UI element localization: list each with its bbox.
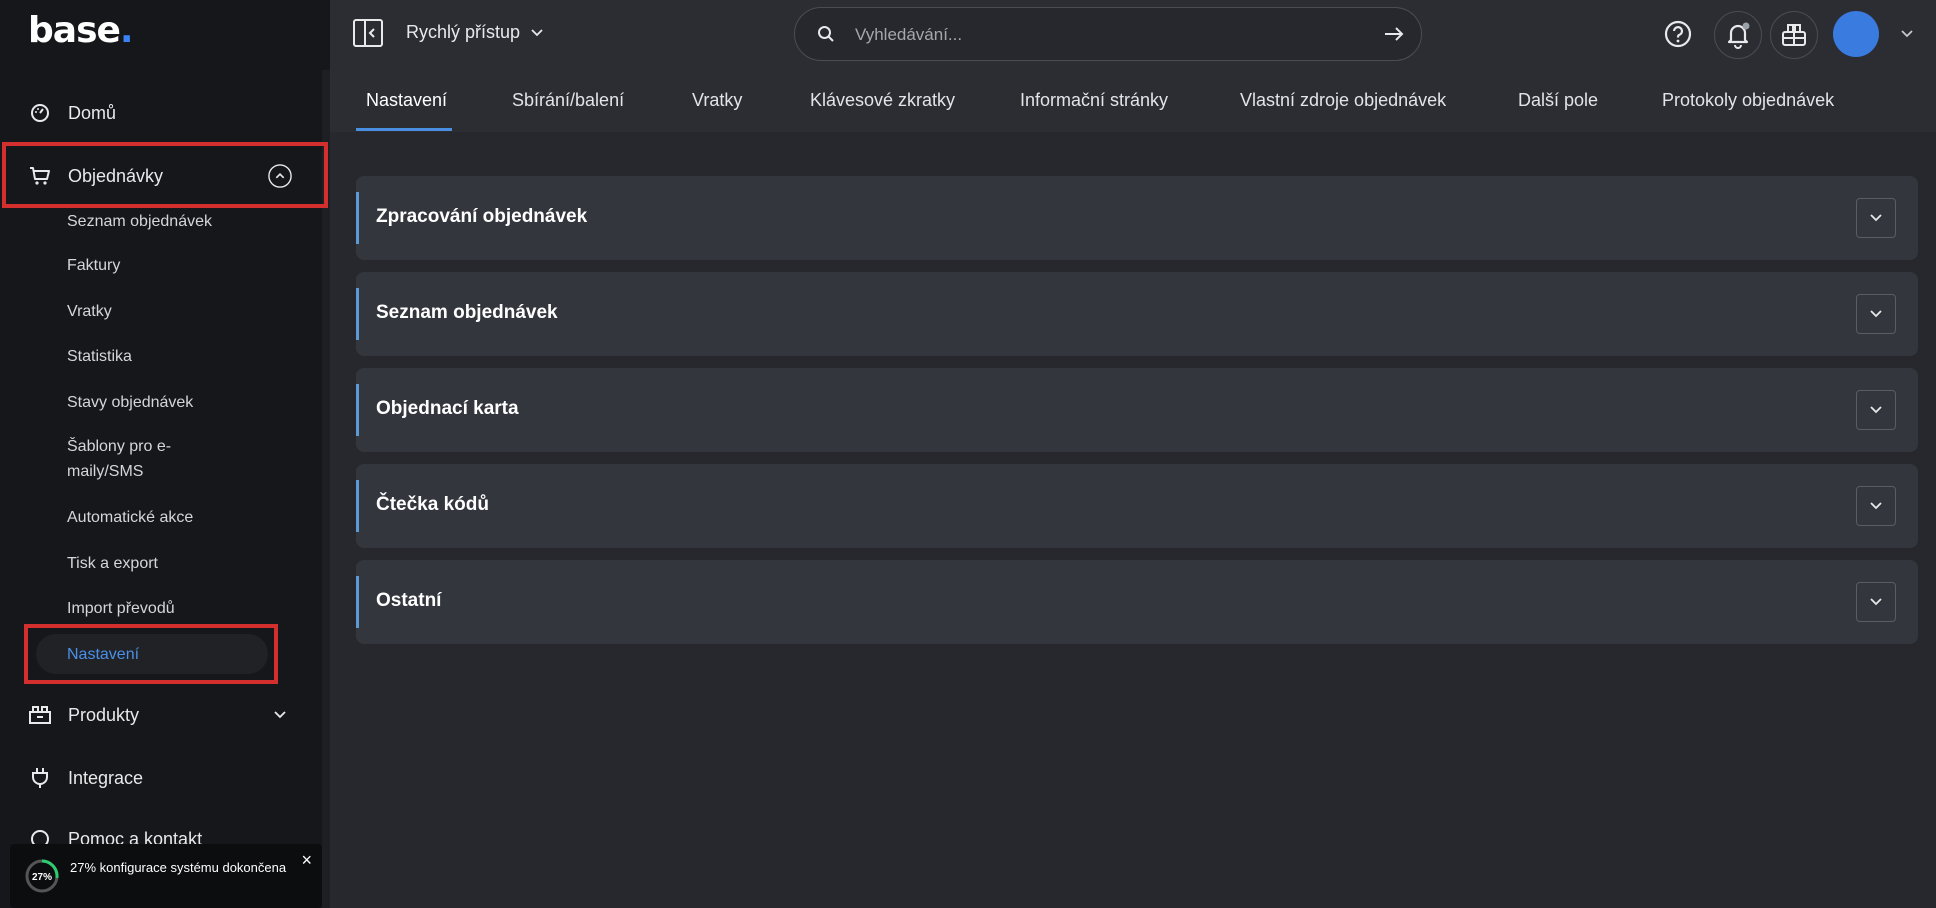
submenu-returns[interactable]: Vratky: [67, 300, 112, 324]
submenu-statistics[interactable]: Statistika: [67, 345, 132, 369]
submenu-email-sms-templates-line2[interactable]: maily/SMS: [67, 460, 143, 484]
panel-other[interactable]: Ostatní: [356, 560, 1918, 644]
chevron-down-icon: [1870, 502, 1882, 510]
search-icon: [817, 25, 835, 48]
tab-settings[interactable]: Nastavení: [366, 90, 447, 111]
active-tab-indicator: [356, 128, 452, 131]
chevron-down-icon: [1870, 214, 1882, 222]
notifications-button[interactable]: [1714, 11, 1762, 59]
setup-progress-toast[interactable]: 27% 27% konfigurace systému dokončena ×: [10, 844, 322, 908]
sidebar-item-label: Domů: [68, 102, 117, 123]
submenu-order-list[interactable]: Seznam objednávek: [67, 210, 212, 234]
search-input[interactable]: [855, 20, 1335, 50]
gauge-icon: [28, 101, 52, 125]
help-icon[interactable]: [1664, 20, 1692, 53]
chevron-down-icon: [1870, 406, 1882, 414]
tab-info-pages[interactable]: Informační stránky: [1020, 90, 1168, 111]
tab-returns[interactable]: Vratky: [692, 90, 742, 111]
boxes-icon: [28, 703, 52, 727]
panel-title: Zpracování objednávek: [376, 206, 588, 227]
plug-icon: [28, 766, 52, 790]
submenu-print-export[interactable]: Tisk a export: [67, 552, 158, 576]
panel-title: Čtečka kódů: [376, 494, 489, 515]
progress-ring-icon: 27%: [25, 859, 59, 893]
logo-dot: .: [119, 10, 134, 51]
chevron-down-icon[interactable]: [268, 703, 292, 727]
chevron-down-icon: [1870, 310, 1882, 318]
expand-button[interactable]: [1856, 486, 1896, 526]
chevron-down-icon: [530, 28, 544, 38]
quick-access-label: Rychlý přístup: [406, 22, 521, 42]
panel-accent: [356, 288, 359, 340]
panel-order-list[interactable]: Seznam objednávek: [356, 272, 1918, 356]
apps-icon: [1782, 24, 1806, 46]
submenu-settings[interactable]: Nastavení: [67, 643, 139, 667]
submenu-order-statuses[interactable]: Stavy objednávek: [67, 391, 193, 415]
toast-text: 27% konfigurace systému dokončena: [70, 860, 287, 875]
sidebar-item-label: Integrace: [68, 767, 144, 788]
sidebar-item-integrations[interactable]: Integrace: [0, 754, 322, 802]
expand-button[interactable]: [1856, 390, 1896, 430]
tab-custom-order-sources[interactable]: Vlastní zdroje objednávek: [1240, 90, 1446, 111]
submenu-import-transfers[interactable]: Import převodů: [67, 597, 175, 621]
topbar: Rychlý přístup: [330, 0, 1936, 70]
panel-order-card[interactable]: Objednací karta: [356, 368, 1918, 452]
expand-button[interactable]: [1856, 294, 1896, 334]
expand-button[interactable]: [1856, 582, 1896, 622]
expand-button[interactable]: [1856, 198, 1896, 238]
panel-title: Ostatní: [376, 590, 442, 611]
sidebar-item-orders[interactable]: Objednávky: [0, 152, 322, 200]
tab-order-logs[interactable]: Protokoly objednávek: [1662, 90, 1834, 111]
panel-accent: [356, 192, 359, 244]
close-icon[interactable]: ×: [301, 850, 312, 871]
chevron-up-icon[interactable]: [268, 164, 292, 188]
panel-order-processing[interactable]: Zpracování objednávek: [356, 176, 1918, 260]
submenu-email-sms-templates[interactable]: Šablony pro e-: [67, 435, 171, 459]
sidebar: base. Domů Objednávky Seznam objednávek …: [0, 0, 330, 908]
submenu-invoices[interactable]: Faktury: [67, 254, 120, 278]
tab-keyboard-shortcuts[interactable]: Klávesové zkratky: [810, 90, 955, 111]
sidebar-item-products[interactable]: Produkty: [0, 691, 322, 739]
tab-picking-packing[interactable]: Sbírání/balení: [512, 90, 624, 111]
panel-accent: [356, 480, 359, 532]
arrow-right-icon[interactable]: [1383, 24, 1405, 49]
chevron-down-icon: [1870, 598, 1882, 606]
apps-button[interactable]: [1770, 11, 1818, 59]
settings-tabs: Nastavení Sbírání/balení Vratky Klávesov…: [330, 70, 1936, 132]
avatar[interactable]: [1833, 11, 1879, 57]
panel-accent: [356, 576, 359, 628]
panel-title: Objednací karta: [376, 398, 519, 419]
logo[interactable]: base.: [28, 10, 134, 51]
panel-code-reader[interactable]: Čtečka kódů: [356, 464, 1918, 548]
panel-title: Seznam objednávek: [376, 302, 558, 323]
chevron-down-icon[interactable]: [1900, 26, 1914, 44]
sidebar-toggle-icon[interactable]: [352, 18, 384, 53]
panel-accent: [356, 384, 359, 436]
submenu-automatic-actions[interactable]: Automatické akce: [67, 506, 193, 530]
search-bar[interactable]: [794, 7, 1422, 61]
cart-icon: [28, 164, 52, 188]
tab-extra-fields[interactable]: Další pole: [1518, 90, 1598, 111]
progress-percent: 27%: [32, 872, 52, 883]
bell-icon: [1727, 22, 1750, 49]
sidebar-scrollbar[interactable]: [322, 70, 330, 908]
quick-access-dropdown[interactable]: Rychlý přístup: [406, 22, 544, 43]
logo-text: base: [28, 10, 121, 51]
sidebar-item-home[interactable]: Domů: [0, 89, 322, 137]
